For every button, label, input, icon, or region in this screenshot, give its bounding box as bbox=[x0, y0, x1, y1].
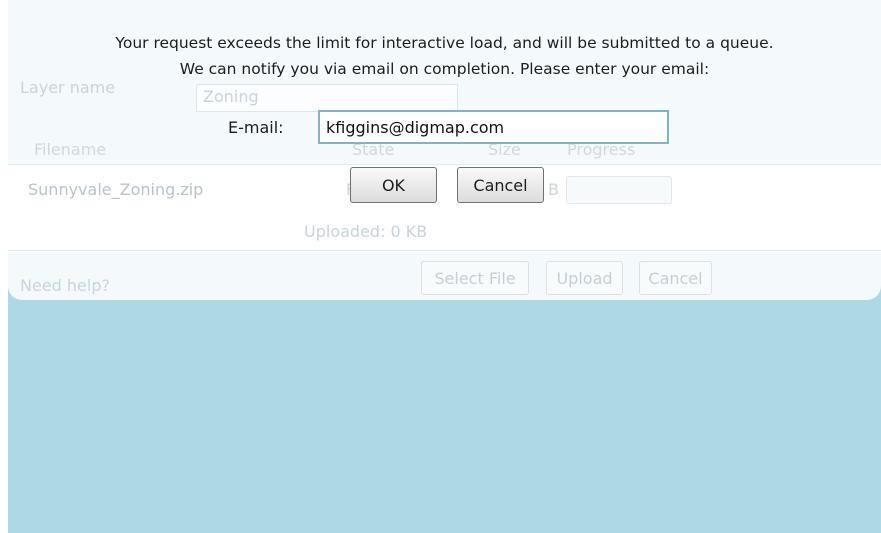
email-input[interactable] bbox=[318, 110, 669, 144]
app-root: Layer name Zoning Filename State Size Pr… bbox=[0, 0, 881, 533]
need-help-link[interactable]: Need help? bbox=[20, 276, 110, 295]
dialog-message-line-2: We can notify you via email on completio… bbox=[179, 60, 710, 78]
ok-button[interactable]: OK bbox=[350, 167, 437, 203]
cancel-button[interactable]: Cancel bbox=[457, 167, 544, 203]
panel-cancel-button[interactable]: Cancel bbox=[639, 261, 712, 295]
select-file-button[interactable]: Select File bbox=[421, 261, 529, 295]
left-strip bbox=[0, 0, 8, 533]
dialog-message-line-1: Your request exceeds the limit for inter… bbox=[115, 34, 774, 52]
email-label: E-mail: bbox=[228, 118, 284, 137]
upload-button[interactable]: Upload bbox=[546, 261, 623, 295]
